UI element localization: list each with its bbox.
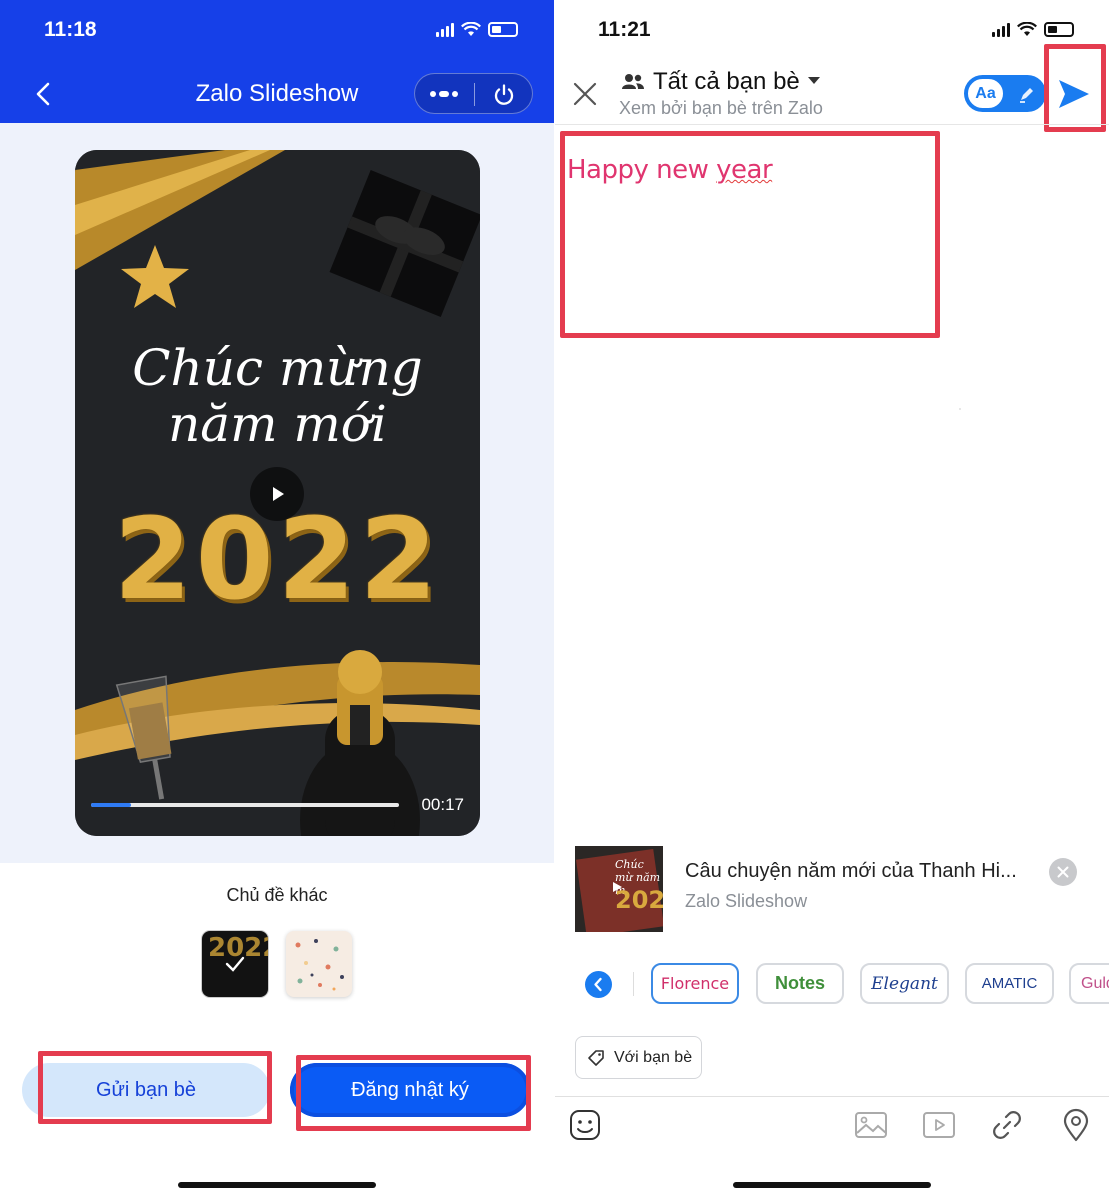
themes-title: Chủ đề khác	[226, 885, 328, 905]
home-indicator	[733, 1182, 931, 1188]
friends-icon	[622, 74, 644, 89]
image-icon[interactable]	[853, 1107, 889, 1143]
video-time: 00:17	[421, 795, 464, 814]
status-icons	[992, 22, 1074, 37]
theme-2022-thumb[interactable]: 2022	[202, 931, 268, 997]
slideshow-video[interactable]: Chúc mừng năm mới 2022 00:17	[75, 150, 480, 836]
attachment-thumbnail: Chúc mừ năm m 202	[575, 846, 663, 932]
font-toggle-label: Aa	[966, 77, 1005, 110]
tag-icon	[588, 1049, 604, 1066]
power-icon[interactable]	[492, 83, 516, 107]
tag-friends-button[interactable]: Với bạn bè	[575, 1036, 702, 1079]
attachment-subtitle: Zalo Slideshow	[685, 891, 808, 911]
status-time: 11:21	[598, 18, 651, 41]
close-icon	[1057, 866, 1069, 878]
page-title: Zalo Slideshow	[195, 80, 359, 107]
greeting-line-1: Chúc mừng	[132, 339, 423, 397]
audience-selector[interactable]: Tất cả bạn bè	[653, 68, 800, 96]
compose-misspelled-word: year	[716, 155, 773, 185]
toolbar-divider	[555, 1096, 1109, 1097]
font-picker-separator	[633, 972, 634, 996]
confetti-pattern	[295, 939, 344, 991]
chevron-left-icon	[594, 977, 602, 992]
signal-icon	[992, 22, 1010, 37]
video-progress-fill	[91, 803, 132, 807]
miniapp-capsule	[414, 73, 533, 114]
left-screen: 11:18 Zalo Slideshow Chúc mừng năm mới 2…	[0, 0, 554, 1200]
font-picker-back-button[interactable]	[585, 971, 612, 998]
right-screen: 11:21 Tất cả bạn bè Xem bởi bạn bè trên …	[555, 0, 1109, 1200]
sticker-icon[interactable]	[567, 1107, 603, 1143]
close-icon[interactable]	[571, 80, 599, 108]
video-icon[interactable]	[921, 1107, 957, 1143]
attachment-card[interactable]: Chúc mừ năm m 202 Câu chuyện năm mới của…	[575, 846, 1105, 934]
wifi-icon	[1017, 22, 1037, 36]
battery-icon	[488, 22, 518, 37]
theme-confetti-thumb[interactable]	[286, 931, 352, 997]
capsule-divider	[474, 83, 475, 106]
wifi-icon	[461, 22, 481, 36]
play-button[interactable]	[250, 467, 304, 521]
checkmark-icon	[225, 956, 245, 972]
post-diary-button[interactable]: Đăng nhật ký	[290, 1063, 530, 1117]
more-icon[interactable]	[429, 87, 459, 101]
remove-attachment-button[interactable]	[1049, 858, 1077, 886]
dropdown-caret-icon[interactable]	[808, 77, 820, 84]
link-icon[interactable]	[989, 1107, 1025, 1143]
font-chip-guld[interactable]: Guld	[1069, 963, 1109, 1004]
greeting-text: Chúc mừng năm mới	[95, 340, 460, 452]
font-chip-amatic[interactable]: AMATIC	[965, 963, 1054, 1004]
tag-friends-label: Với bạn bè	[614, 1048, 693, 1066]
location-icon[interactable]	[1058, 1107, 1094, 1143]
video-progress-bar[interactable]	[91, 803, 399, 807]
font-chip-elegant[interactable]: Elegant	[860, 963, 949, 1004]
status-time: 11:18	[44, 18, 97, 41]
play-icon	[613, 882, 622, 892]
signal-icon	[436, 22, 454, 37]
status-icons	[436, 22, 518, 37]
font-chip-notes[interactable]: Notes	[756, 963, 844, 1004]
compose-text[interactable]: Happy new year	[567, 155, 773, 185]
greeting-line-2: năm mới	[168, 395, 387, 453]
back-chevron-icon[interactable]	[30, 80, 58, 108]
play-icon	[273, 487, 284, 501]
header-divider	[555, 124, 1109, 125]
font-chip-florence[interactable]: Florence	[651, 963, 739, 1004]
audience-subtitle: Xem bởi bạn bè trên Zalo	[619, 98, 823, 118]
compose-text-part: Happy new	[567, 155, 717, 185]
send-icon[interactable]	[1053, 74, 1093, 114]
cursor-dot	[959, 408, 961, 410]
attachment-title: Câu chuyện năm mới của Thanh Hi...	[685, 860, 1017, 882]
font-style-toggle[interactable]: Aa	[964, 75, 1046, 112]
home-indicator	[178, 1182, 376, 1188]
pen-icon	[1020, 88, 1033, 103]
font-picker: Florence Notes Elegant AMATIC Guld	[555, 960, 1109, 1008]
header-bar: 11:18 Zalo Slideshow	[0, 0, 554, 123]
send-to-friends-button[interactable]: Gửi bạn bè	[22, 1063, 270, 1117]
battery-icon	[1044, 22, 1074, 37]
